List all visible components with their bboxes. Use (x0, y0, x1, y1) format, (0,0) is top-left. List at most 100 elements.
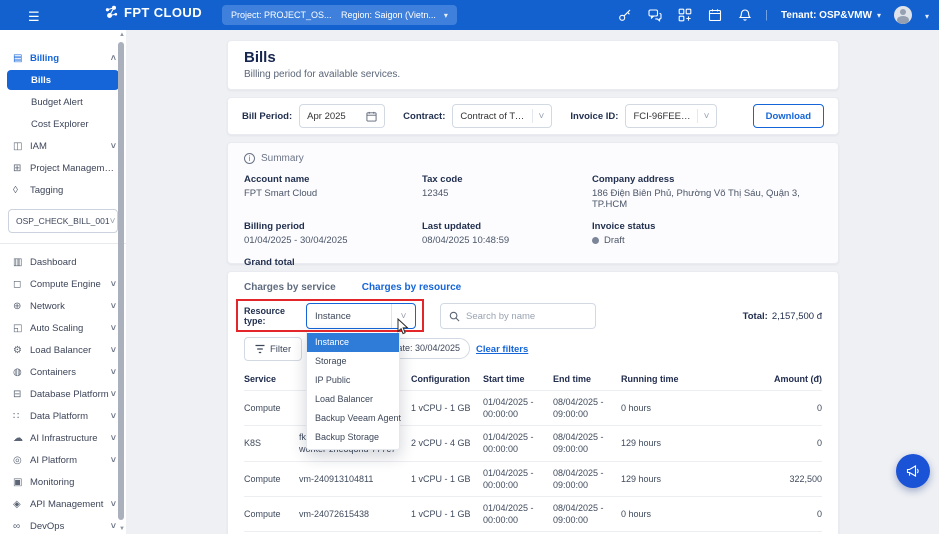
table-cell: 01/04/2025 - 00:00:00 (483, 502, 553, 526)
tab-charges-by-resource[interactable]: Charges by resource (362, 282, 462, 293)
table-cell: K8S (244, 437, 299, 449)
region-selector[interactable]: Region: Saigon (Vietn... (332, 5, 457, 25)
bill-period-value[interactable] (307, 111, 359, 122)
summary-field-invoice-status: Invoice statusDraft (592, 221, 822, 246)
summary-field-tax-code: Tax code12345 (422, 174, 592, 210)
table-cell: 322,500 (709, 473, 822, 485)
table-cell: Compute (244, 508, 299, 520)
date-filter-chip-label: Date: 30/04/2025 (391, 343, 460, 353)
notification-bell-icon[interactable] (738, 8, 752, 22)
announcement-fab-button[interactable] (896, 454, 930, 488)
page-title: Bills (244, 49, 822, 66)
hamburger-menu-icon[interactable] (28, 8, 46, 22)
column-header-start-time: Start time (483, 374, 553, 384)
sidebar-item-containers[interactable]: ◍Containers˅ (0, 362, 126, 382)
dropdown-option-backup-storage[interactable]: Backup Storage (307, 428, 399, 447)
sidebar-item-load-balancer[interactable]: ⚙Load Balancer˅ (0, 340, 126, 360)
sidebar-item-label: IAM (30, 141, 111, 152)
scrollbar-thumb[interactable] (118, 42, 124, 520)
sidebar-item-cost-explorer[interactable]: Cost Explorer (0, 114, 126, 134)
sidebar-item-compute-engine[interactable]: ◻Compute Engine˅ (0, 274, 126, 294)
table-cell: Compute (244, 402, 299, 414)
summary-field-value: 186 Điện Biên Phủ, Phường Võ Thị Sáu, Qu… (592, 188, 822, 210)
bill-period-label: Bill Period: (242, 111, 292, 122)
bill-period-input[interactable] (299, 104, 385, 128)
resource-type-select-value: Instance (315, 311, 391, 322)
summary-field-label: Company address (592, 174, 822, 185)
chevron-down-icon[interactable] (925, 6, 929, 24)
sidebar-item-label: API Management (30, 499, 111, 510)
table-cell: vm-240913104811 (299, 473, 411, 485)
sidebar-item-budget-alert[interactable]: Budget Alert (0, 92, 126, 112)
table-cell: 0 hours (621, 402, 709, 414)
total-value: 2,157,500 đ (772, 311, 822, 322)
dropdown-option-storage[interactable]: Storage (307, 352, 399, 371)
sidebar-item-ai-infrastructure[interactable]: ☁AI Infrastructure˅ (0, 428, 126, 448)
filter-button[interactable]: Filter (244, 337, 302, 361)
bill-filter-card: Bill Period: Contract: Contract of Tuann… (227, 97, 839, 135)
user-avatar[interactable] (894, 6, 912, 24)
sidebar-item-iam[interactable]: ◫IAM˅ (0, 136, 126, 156)
tab-charges-by-service[interactable]: Charges by service (244, 282, 336, 293)
scroll-down-icon[interactable] (119, 526, 125, 532)
sidebar-item-label: Load Balancer (30, 345, 111, 356)
sidebar-project-select-value: OSP_CHECK_BILL_001 (16, 216, 110, 226)
sidebar-item-bills[interactable]: Bills (7, 70, 119, 90)
table-cell: 1 vCPU - 1 GB (411, 473, 483, 485)
column-header-service: Service (244, 374, 299, 384)
summary-field-account-name: Account nameFPT Smart Cloud (244, 174, 422, 210)
clear-filters-link[interactable]: Clear filters (476, 344, 528, 355)
logo-text: FPT CLOUD (124, 5, 202, 20)
sidebar-item-api-management[interactable]: ◈API Management˅ (0, 494, 126, 514)
sidebar-item-devops[interactable]: ∞DevOps˅ (0, 516, 126, 534)
invoice-id-select[interactable]: FCI-96FEEABD (625, 104, 717, 128)
summary-field-label: Last updated (422, 221, 592, 232)
summary-field-label: Tax code (422, 174, 592, 185)
summary-card: Summary Account nameFPT Smart CloudTax c… (227, 142, 839, 264)
key-icon[interactable] (618, 8, 632, 22)
dropdown-option-load-balancer[interactable]: Load Balancer (307, 390, 399, 409)
sidebar-item-data-platform[interactable]: ∷Data Platform˅ (0, 406, 126, 426)
table-cell: 01/04/2025 - 00:00:00 (483, 467, 553, 491)
summary-field-value: FPT Smart Cloud (244, 188, 422, 199)
ai-platform-icon: ◎ (13, 455, 30, 466)
sidebar-item-label: Network (30, 301, 111, 312)
main-content: Bills Billing period for available servi… (126, 30, 939, 534)
column-header-end-time: End time (553, 374, 621, 384)
apps-grid-icon[interactable] (678, 8, 692, 22)
load-balancer-icon: ⚙ (13, 345, 30, 356)
dropdown-option-ip-public[interactable]: IP Public (307, 371, 399, 390)
sidebar-item-project-management[interactable]: ⊞Project Management (0, 158, 126, 178)
search-input[interactable] (466, 311, 587, 322)
dropdown-option-instance[interactable]: Instance (307, 333, 399, 352)
dropdown-option-backup-veeam-agent[interactable]: Backup Veeam Agent (307, 409, 399, 428)
sidebar-scrollbar[interactable] (116, 32, 126, 532)
sidebar-item-network[interactable]: ⊕Network˅ (0, 296, 126, 316)
devops-icon: ∞ (13, 521, 30, 532)
sidebar-item-database-platform[interactable]: ⊟Database Platform˅ (0, 384, 126, 404)
scroll-up-icon[interactable] (119, 32, 125, 38)
fpt-cloud-logo[interactable]: FPT CLOUD (104, 5, 202, 20)
sidebar-item-ai-platform[interactable]: ◎AI Platform˅ (0, 450, 126, 470)
monitoring-icon: ▣ (13, 477, 30, 488)
contract-select[interactable]: Contract of Tuannn52... (452, 104, 552, 128)
sidebar-item-tagging[interactable]: ◊Tagging (0, 180, 126, 200)
download-button[interactable]: Download (753, 104, 824, 128)
sidebar-item-auto-scaling[interactable]: ◱Auto Scaling˅ (0, 318, 126, 338)
sidebar-item-billing[interactable]: ▤Billing˄ (0, 48, 126, 68)
ai-infrastructure-icon: ☁ (13, 433, 30, 444)
search-box[interactable] (440, 303, 596, 329)
chevron-down-icon (877, 10, 881, 21)
support-chat-icon[interactable] (648, 8, 662, 22)
column-header-configuration: Configuration (411, 374, 483, 384)
info-icon (244, 153, 255, 164)
sidebar-project-select[interactable]: OSP_CHECK_BILL_001 (8, 209, 118, 233)
sidebar-item-dashboard[interactable]: ▥Dashboard (0, 252, 126, 272)
table-cell: 129 hours (621, 437, 709, 449)
tenant-selector[interactable]: Tenant: OSP&VMW (781, 10, 881, 21)
topbar: FPT CLOUD Project: PROJECT_OS... Region:… (0, 0, 939, 30)
sidebar-item-monitoring[interactable]: ▣Monitoring (0, 472, 126, 492)
search-icon (449, 311, 460, 322)
calendar-icon[interactable] (708, 8, 722, 22)
summary-field-value: 01/04/2025 - 30/04/2025 (244, 235, 422, 246)
